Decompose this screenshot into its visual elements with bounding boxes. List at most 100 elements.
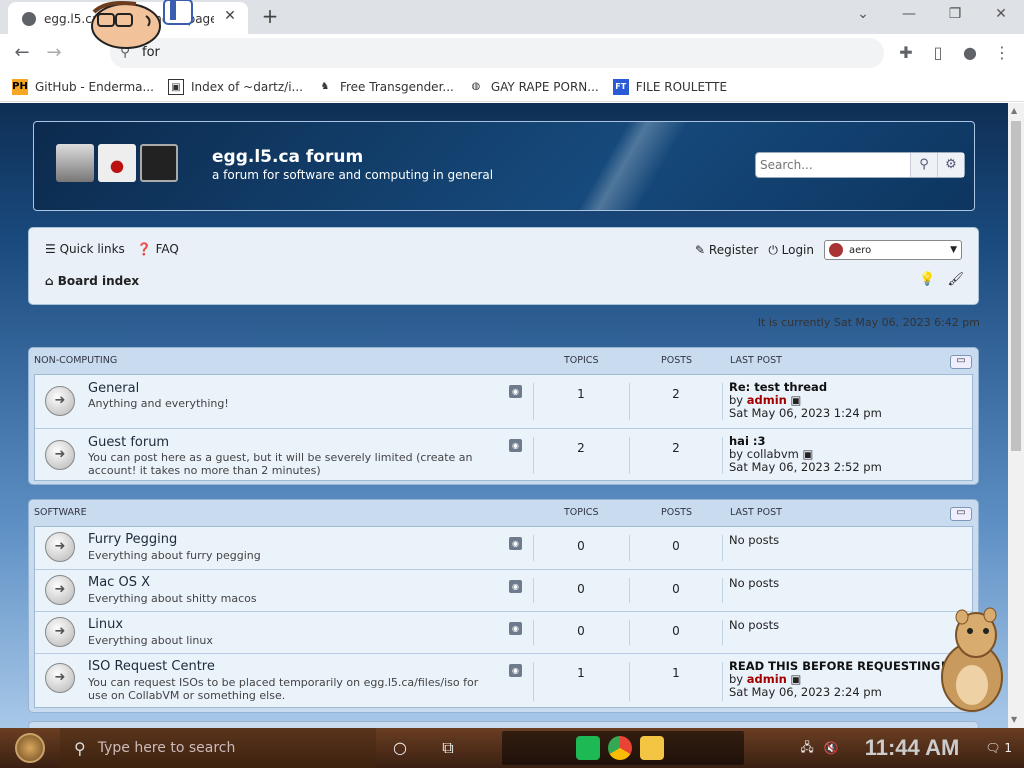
scroll-down-icon[interactable]: ▼: [1011, 715, 1017, 724]
notification-count: 1: [1004, 741, 1012, 755]
task-view-icon[interactable]: ⧉: [424, 728, 472, 768]
volume-muted-icon[interactable]: 🔇: [824, 741, 839, 755]
forum-row: ➜ Mac OS X Everything about shitty macos…: [35, 569, 972, 611]
bookmark-label: Index of ~dartz/i...: [190, 79, 303, 94]
forum-description: Everything about furry pegging: [88, 549, 261, 562]
forum-row: ➜ Guest forum You can post here as a gue…: [35, 428, 972, 482]
extensions-icon[interactable]: ✚: [892, 40, 920, 68]
bookmark-label: GAY RAPE PORN...: [490, 79, 599, 94]
arrow-right-icon: ➜: [45, 440, 75, 470]
category-non-computing: NON-COMPUTING TOPICS POSTS LAST POST ▭ ➜…: [28, 347, 979, 485]
topics-count: 0: [577, 582, 585, 596]
login-link[interactable]: ⏻ Login: [768, 243, 814, 258]
close-window-button[interactable]: ✕: [978, 0, 1024, 30]
clock[interactable]: 11:44 AM: [865, 735, 960, 761]
bookmark-item[interactable]: FT FILE ROULETTE: [612, 78, 727, 95]
menu-dots-icon[interactable]: ⋮: [988, 40, 1016, 68]
site-logo[interactable]: [56, 144, 178, 182]
bookmark-item[interactable]: ◍ GAY RAPE PORN...: [468, 79, 599, 95]
forum-name[interactable]: Mac OS X: [88, 575, 150, 590]
last-post-author[interactable]: admin: [747, 672, 787, 686]
search-icon[interactable]: ⚲: [910, 153, 937, 177]
style-select[interactable]: aero ▼: [824, 240, 962, 260]
bookmark-item[interactable]: ♞ Free Transgender...: [317, 79, 454, 95]
view-post-icon[interactable]: ▣: [791, 672, 802, 686]
forum-name[interactable]: General: [88, 381, 139, 396]
bookmark-label: GitHub - Enderma...: [35, 79, 154, 94]
view-post-icon[interactable]: ▣: [791, 393, 802, 407]
scrollbar-thumb[interactable]: [1011, 121, 1021, 451]
topics-count: 0: [577, 539, 585, 553]
arrow-right-icon: ➜: [45, 575, 75, 605]
computer-icon: [56, 144, 94, 182]
forum-row: ➜ Linux Everything about linux ◉ 0 0 No …: [35, 611, 972, 653]
category-title[interactable]: SOFTWARE: [34, 507, 87, 518]
start-button[interactable]: [0, 728, 60, 768]
disc-drive-icon: [98, 144, 136, 182]
last-post-title[interactable]: Re: test thread: [729, 380, 827, 394]
taskbar-search-placeholder: Type here to search: [97, 740, 236, 756]
page-scrollbar[interactable]: ▲ ▼: [1008, 103, 1024, 728]
search-icon: ⚲: [74, 738, 86, 758]
paintbrush-icon[interactable]: 🖌: [947, 272, 964, 287]
network-icon[interactable]: 🖧: [800, 738, 813, 759]
chrome-icon[interactable]: [608, 736, 632, 760]
quick-links-menu[interactable]: ☰ Quick links: [45, 242, 125, 256]
last-post-title[interactable]: READ THIS BEFORE REQUESTING!: [729, 659, 946, 673]
minimize-button[interactable]: —: [886, 0, 932, 30]
forum-name[interactable]: Linux: [88, 617, 123, 632]
last-post-title[interactable]: hai :3: [729, 434, 766, 448]
close-tab-icon[interactable]: ✕: [220, 8, 240, 24]
scroll-up-icon[interactable]: ▲: [1011, 106, 1017, 115]
side-panel-icon[interactable]: ▯: [924, 40, 952, 68]
forward-button[interactable]: →: [40, 40, 68, 68]
last-post-date: Sat May 06, 2023 1:24 pm: [729, 406, 882, 420]
category-title[interactable]: NON-COMPUTING: [34, 355, 117, 366]
forum-name[interactable]: ISO Request Centre: [88, 659, 215, 674]
file-explorer-icon[interactable]: [640, 736, 664, 760]
new-tab-button[interactable]: +: [258, 4, 282, 28]
bookmark-item[interactable]: PH GitHub - Enderma...: [12, 78, 154, 95]
last-post-date: Sat May 06, 2023 2:52 pm: [729, 460, 882, 474]
index-favicon-icon: ▣: [167, 78, 184, 95]
topics-count: 1: [577, 387, 585, 401]
restore-button[interactable]: ❐: [932, 0, 978, 30]
collapse-button[interactable]: ▭: [950, 507, 972, 521]
rss-feed-icon[interactable]: ◉: [509, 385, 522, 398]
site-name[interactable]: egg.l5.ca forum: [212, 147, 363, 167]
last-post-author[interactable]: collabvm: [747, 447, 799, 461]
forum-header: egg.l5.ca forum a forum for software and…: [33, 121, 975, 211]
register-link[interactable]: ✎ Register: [695, 243, 758, 257]
tab-search-button[interactable]: ⌄: [840, 0, 886, 30]
board-index-link[interactable]: ⌂ Board index: [45, 274, 139, 288]
profile-avatar-icon[interactable]: ●: [956, 40, 984, 68]
forum-name[interactable]: Furry Pegging: [88, 532, 177, 547]
topics-count: 2: [577, 441, 585, 455]
rss-feed-icon[interactable]: ◉: [509, 580, 522, 593]
rss-feed-icon[interactable]: ◉: [509, 664, 522, 677]
bookmark-label: Free Transgender...: [339, 79, 454, 94]
forum-name[interactable]: Guest forum: [88, 435, 169, 450]
faq-label: FAQ: [155, 242, 179, 256]
spotify-icon[interactable]: [576, 736, 600, 760]
arrow-right-icon: ➜: [45, 663, 75, 693]
taskbar-search[interactable]: ⚲ Type here to search: [60, 728, 376, 768]
cortana-icon[interactable]: ○: [376, 728, 424, 768]
back-button[interactable]: ←: [8, 40, 36, 68]
view-post-icon[interactable]: ▣: [803, 447, 814, 461]
hank-hill-sticker: [91, 0, 193, 49]
notification-icon[interactable]: 🗨 1: [985, 741, 1012, 755]
address-bar[interactable]: ⚲ for: [110, 38, 884, 68]
faq-link[interactable]: ❓ FAQ: [137, 242, 179, 256]
rss-feed-icon[interactable]: ◉: [509, 439, 522, 452]
bookmark-item[interactable]: ▣ Index of ~dartz/i...: [167, 78, 303, 95]
gear-icon[interactable]: ⚙: [937, 153, 964, 177]
lightbulb-icon[interactable]: 💡: [919, 272, 935, 287]
collapse-button[interactable]: ▭: [950, 355, 972, 369]
last-post-author[interactable]: admin: [747, 393, 787, 407]
last-post-header: LAST POST: [730, 507, 782, 518]
search-input[interactable]: [756, 153, 910, 177]
rss-feed-icon[interactable]: ◉: [509, 537, 522, 550]
last-post-none: No posts: [729, 618, 780, 632]
rss-feed-icon[interactable]: ◉: [509, 622, 522, 635]
